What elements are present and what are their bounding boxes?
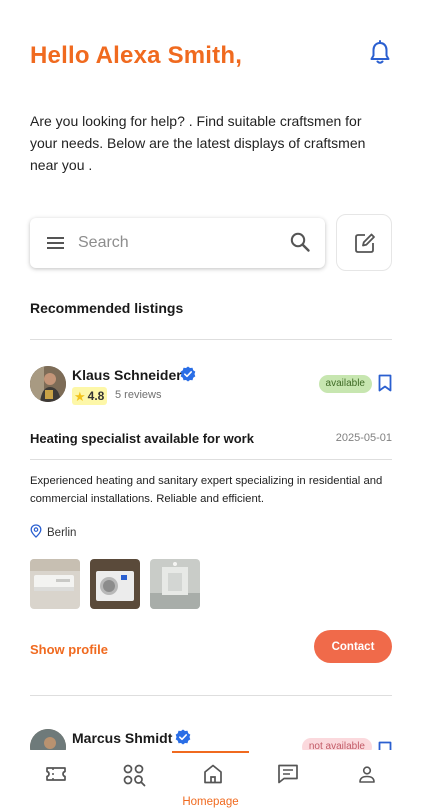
listing-photo[interactable]: [150, 559, 200, 609]
search-input[interactable]: [78, 230, 278, 256]
rating-badge: ★ 4.8: [72, 387, 108, 405]
nav-label-homepage[interactable]: Homepage: [172, 796, 249, 808]
divider: [30, 339, 392, 340]
greeting-title: Hello Alexa Smith,: [30, 42, 243, 69]
craftsman-name[interactable]: Marcus Shmidt: [72, 730, 172, 746]
section-title: Recommended listings: [30, 300, 184, 316]
search-bar[interactable]: [30, 218, 325, 268]
verified-badge-icon: [175, 729, 191, 745]
show-profile-link[interactable]: Show profile: [30, 642, 108, 657]
search-row: [30, 214, 394, 271]
header: Hello Alexa Smith,: [30, 40, 394, 76]
star-icon: ★: [74, 388, 86, 404]
edit-icon: [355, 233, 375, 253]
listing-date: 2025-05-01: [335, 432, 392, 444]
rating-value: 4.8: [87, 389, 105, 403]
listing-card: Klaus Schneider ★ 4.8 5 reviews availabl…: [30, 366, 392, 676]
menu-icon[interactable]: [46, 233, 66, 258]
nav-item-profile[interactable]: [325, 750, 405, 812]
person-icon: [359, 766, 375, 783]
ticket-icon: [46, 767, 66, 781]
contact-button[interactable]: Contact: [314, 630, 392, 663]
status-badge: available: [318, 375, 372, 393]
categories-search-icon: [123, 764, 146, 787]
listing-photo[interactable]: [90, 559, 140, 609]
chat-icon: [278, 764, 298, 784]
home-icon: [204, 764, 222, 784]
divider: [30, 459, 392, 460]
avatar[interactable]: [30, 366, 66, 402]
bookmark-icon[interactable]: [378, 374, 392, 392]
bottom-nav: Homepage: [0, 750, 424, 812]
photo-gallery: [30, 559, 200, 609]
verified-badge-icon: [180, 366, 196, 382]
search-icon[interactable]: [289, 231, 311, 258]
nav-item-messages[interactable]: [248, 750, 328, 812]
craftsman-name[interactable]: Klaus Schneider: [72, 367, 182, 383]
review-count[interactable]: 5 reviews: [115, 389, 161, 401]
location: Berlin: [30, 524, 76, 541]
listing-description: Experienced heating and sanitary expert …: [30, 475, 383, 505]
nav-item-tickets[interactable]: [16, 750, 96, 812]
listing-photo[interactable]: [30, 559, 80, 609]
divider: [30, 695, 392, 696]
listing-title[interactable]: Heating specialist available for work: [30, 431, 254, 446]
new-listing-button[interactable]: [336, 214, 392, 271]
intro-text: Are you looking for help? . Find suitabl…: [30, 113, 366, 173]
location-label: Berlin: [47, 526, 77, 539]
nav-item-categories[interactable]: [93, 750, 173, 812]
location-icon: [30, 524, 42, 541]
bell-icon[interactable]: [368, 40, 392, 70]
